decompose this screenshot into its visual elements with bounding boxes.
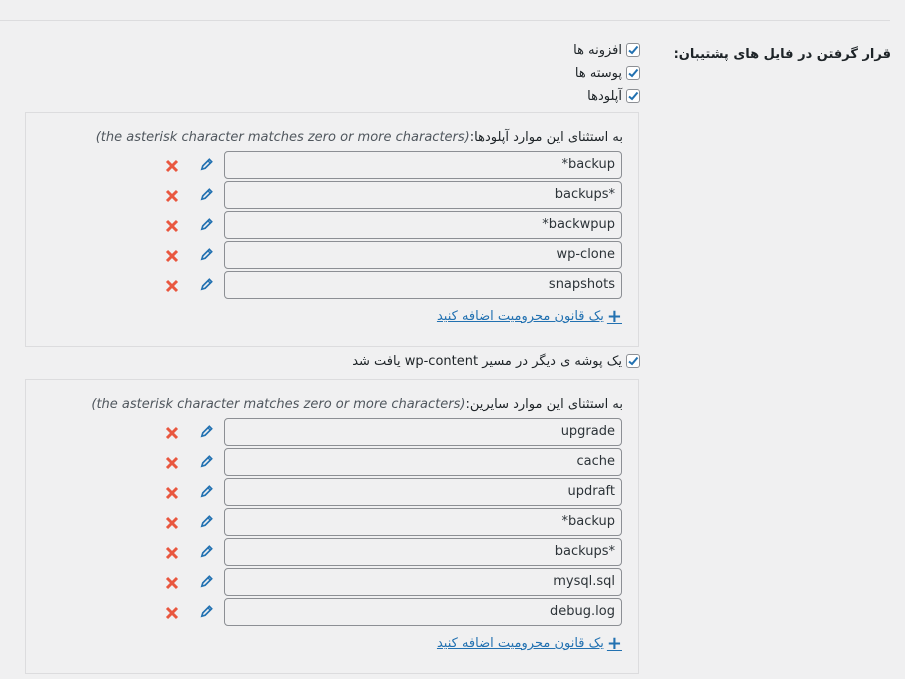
exclusion-rule-input[interactable]: backups* xyxy=(224,181,622,209)
exclusion-rule-input[interactable]: debug.log xyxy=(224,598,622,626)
delete-icon[interactable] xyxy=(165,188,179,203)
exclusion-rule-row: *backup xyxy=(26,151,638,181)
delete-icon[interactable] xyxy=(165,605,179,620)
exclusion-rule-row: *backwpup xyxy=(26,211,638,241)
exclusion-rule-input[interactable]: mysql.sql xyxy=(224,568,622,596)
edit-pencil-icon[interactable] xyxy=(199,454,214,469)
exclusion-rule-row: cache xyxy=(26,448,638,478)
add-exclusion-link[interactable]: + یک قانون محرومیت اضافه کنید xyxy=(437,632,622,654)
edit-pencil-icon[interactable] xyxy=(199,544,214,559)
checkbox-other-folder[interactable]: یک پوشه ی دیگر در مسیر wp-content یافت ش… xyxy=(352,351,640,371)
checkmark-icon xyxy=(628,356,639,366)
delete-icon[interactable] xyxy=(165,515,179,530)
checkbox-label: افزونه ها xyxy=(573,42,622,58)
exclusion-rule-row: *backup xyxy=(26,508,638,538)
delete-icon[interactable] xyxy=(165,425,179,440)
exclusion-rule-row: upgrade xyxy=(26,418,638,448)
delete-icon[interactable] xyxy=(165,278,179,293)
divider xyxy=(0,20,890,21)
checkmark-icon xyxy=(628,91,639,101)
box-title: به استثنای این موارد سایرین:(the asteris… xyxy=(91,397,623,412)
edit-pencil-icon[interactable] xyxy=(199,157,214,172)
uploads-exclusion-box: به استثنای این موارد آپلودها:(the asteri… xyxy=(25,112,639,347)
hint-text: (the asterisk character matches zero or … xyxy=(95,130,470,145)
delete-icon[interactable] xyxy=(165,485,179,500)
add-exclusion-link[interactable]: + یک قانون محرومیت اضافه کنید xyxy=(437,305,622,327)
checkbox-label: آپلودها xyxy=(587,88,622,104)
exclusion-rule-input[interactable]: backups* xyxy=(224,538,622,566)
edit-pencil-icon[interactable] xyxy=(199,217,214,232)
delete-icon[interactable] xyxy=(165,575,179,590)
exclusion-rule-row: debug.log xyxy=(26,598,638,628)
edit-pencil-icon[interactable] xyxy=(199,514,214,529)
checkbox[interactable] xyxy=(626,66,640,80)
delete-icon[interactable] xyxy=(165,455,179,470)
checkbox-themes[interactable]: پوسته ها xyxy=(575,63,640,83)
plus-icon: + xyxy=(606,305,622,327)
delete-icon[interactable] xyxy=(165,158,179,173)
checkbox-label: یک پوشه ی دیگر در مسیر wp-content یافت ش… xyxy=(352,353,622,369)
exclusion-rule-input[interactable]: cache xyxy=(224,448,622,476)
checkbox-label: پوسته ها xyxy=(574,65,622,81)
edit-pencil-icon[interactable] xyxy=(199,424,214,439)
checkmark-icon xyxy=(628,68,639,78)
exclusion-rule-row: mysql.sql xyxy=(26,568,638,598)
checkbox[interactable] xyxy=(626,89,640,103)
checkbox-uploads[interactable]: آپلودها xyxy=(587,86,640,106)
exclusion-rule-input[interactable]: *backwpup xyxy=(224,211,622,239)
exclusion-rule-row: backups* xyxy=(26,538,638,568)
edit-pencil-icon[interactable] xyxy=(199,187,214,202)
checkmark-icon xyxy=(628,45,639,55)
hint-text: (the asterisk character matches zero or … xyxy=(91,397,466,412)
others-exclusion-box: به استثنای این موارد سایرین:(the asteris… xyxy=(25,379,639,674)
checkbox[interactable] xyxy=(626,354,640,368)
edit-pencil-icon[interactable] xyxy=(199,484,214,499)
edit-pencil-icon[interactable] xyxy=(199,277,214,292)
edit-pencil-icon[interactable] xyxy=(199,247,214,262)
edit-pencil-icon[interactable] xyxy=(199,574,214,589)
exclusion-rule-row: backups* xyxy=(26,181,638,211)
section-label: قرار گرفتن در فایل های پشتیبان: xyxy=(673,47,891,62)
box-title: به استثنای این موارد آپلودها:(the asteri… xyxy=(95,130,623,145)
plus-icon: + xyxy=(606,632,622,654)
exclusion-rule-input[interactable]: wp-clone xyxy=(224,241,622,269)
delete-icon[interactable] xyxy=(165,218,179,233)
exclusion-rule-input[interactable]: *backup xyxy=(224,508,622,536)
delete-icon[interactable] xyxy=(165,248,179,263)
edit-pencil-icon[interactable] xyxy=(199,604,214,619)
exclusion-rule-input[interactable]: upgrade xyxy=(224,418,622,446)
exclusion-rule-input[interactable]: snapshots xyxy=(224,271,622,299)
checkbox-plugins[interactable]: افزونه ها xyxy=(573,40,640,60)
exclusion-rule-row: updraft xyxy=(26,478,638,508)
exclusion-rule-input[interactable]: *backup xyxy=(224,151,622,179)
delete-icon[interactable] xyxy=(165,545,179,560)
exclusion-rule-row: snapshots xyxy=(26,271,638,301)
checkbox[interactable] xyxy=(626,43,640,57)
exclusion-rule-row: wp-clone xyxy=(26,241,638,271)
exclusion-rule-input[interactable]: updraft xyxy=(224,478,622,506)
